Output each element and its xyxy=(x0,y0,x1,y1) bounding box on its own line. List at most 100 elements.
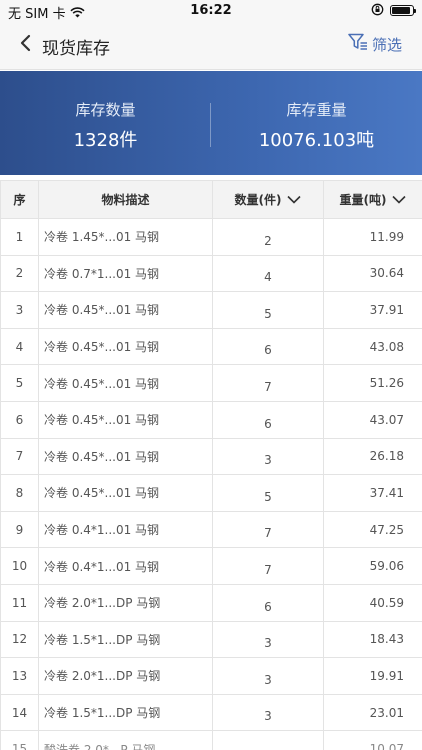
table-row[interactable]: 14 冷卷 1.5*1...DP 马钢 3 23.01 xyxy=(0,693,422,732)
row-description-cell: 冷卷 1.5*1...DP 马钢 xyxy=(38,693,213,732)
status-right xyxy=(371,3,416,16)
row-index-cell: 8 xyxy=(0,474,39,512)
row-quantity-cell: 3 xyxy=(212,620,324,659)
row-index-cell: 3 xyxy=(0,291,39,329)
row-quantity-cell: 6 xyxy=(212,327,324,366)
row-weight-cell: 26.18 xyxy=(323,437,422,476)
filter-button[interactable]: 筛选 xyxy=(348,33,402,55)
row-index-cell: 13 xyxy=(0,657,39,695)
row-quantity-cell: 2 xyxy=(212,218,324,256)
table-row[interactable]: 2 冷卷 0.7*1...01 马钢 4 30.64 xyxy=(0,254,422,293)
row-quantity-cell: 4 xyxy=(212,254,324,293)
row-weight-cell: 37.41 xyxy=(323,474,422,512)
row-index-cell: 4 xyxy=(0,327,39,366)
row-weight-cell: 43.07 xyxy=(323,400,422,439)
row-description-cell: 冷卷 0.45*...01 马钢 xyxy=(38,437,213,476)
filter-icon xyxy=(348,33,368,55)
row-quantity-cell: 6 xyxy=(212,400,324,439)
row-index-cell: 7 xyxy=(0,437,39,476)
table-row[interactable]: 8 冷卷 0.45*...01 马钢 5 37.41 xyxy=(0,474,422,512)
row-quantity-cell: 7 xyxy=(212,510,324,549)
row-quantity-cell: 3 xyxy=(212,693,324,732)
table-row[interactable]: 3 冷卷 0.45*...01 马钢 5 37.91 xyxy=(0,291,422,329)
row-index-cell: 9 xyxy=(0,510,39,549)
row-description-cell: 冷卷 0.4*1...01 马钢 xyxy=(38,547,213,585)
row-index-cell: 12 xyxy=(0,620,39,659)
row-quantity-cell: 3 xyxy=(212,657,324,695)
row-weight-cell: 10.07 xyxy=(323,730,422,750)
inventory-table: 序 物料描述 数量(件) 重量(吨) 1 冷卷 1.45*...01 马钢 2 … xyxy=(0,180,422,750)
row-weight-cell: 19.91 xyxy=(323,657,422,695)
row-quantity-cell: 7 xyxy=(212,547,324,585)
status-time: 16:22 xyxy=(190,3,232,18)
row-weight-cell: 51.26 xyxy=(323,364,422,402)
summary-weight-value: 10076.103吨 xyxy=(258,130,375,151)
row-quantity-cell xyxy=(212,730,324,750)
row-weight-cell: 18.43 xyxy=(323,620,422,659)
row-description-cell: 冷卷 1.45*...01 马钢 xyxy=(38,218,213,256)
row-quantity-cell: 3 xyxy=(212,437,324,476)
table-row[interactable]: 6 冷卷 0.45*...01 马钢 6 43.07 xyxy=(0,400,422,439)
table-row[interactable]: 11 冷卷 2.0*1...DP 马钢 6 40.59 xyxy=(0,583,422,622)
table-row[interactable]: 9 冷卷 0.4*1...01 马钢 7 47.25 xyxy=(0,510,422,549)
chevron-down-icon xyxy=(392,195,407,204)
header-weight-sort[interactable]: 重量(吨) xyxy=(323,180,422,219)
table-row[interactable]: 10 冷卷 0.4*1...01 马钢 7 59.06 xyxy=(0,547,422,585)
filter-label: 筛选 xyxy=(371,35,402,54)
row-quantity-cell: 5 xyxy=(212,291,324,329)
summary-weight: 库存重量 10076.103吨 xyxy=(211,99,422,152)
row-description-cell: 冷卷 0.45*...01 马钢 xyxy=(38,364,213,402)
row-description-cell: 冷卷 0.45*...01 马钢 xyxy=(38,327,213,366)
battery-icon xyxy=(390,4,416,16)
table-row[interactable]: 7 冷卷 0.45*...01 马钢 3 26.18 xyxy=(0,437,422,476)
row-quantity-cell: 5 xyxy=(212,474,324,512)
table-row[interactable]: 5 冷卷 0.45*...01 马钢 7 51.26 xyxy=(0,364,422,402)
summary-quantity-value: 1328件 xyxy=(73,130,138,151)
row-description-cell: 冷卷 2.0*1...DP 马钢 xyxy=(38,583,213,622)
row-quantity-cell: 6 xyxy=(212,583,324,622)
summary-quantity-label: 库存数量 xyxy=(75,101,136,119)
row-index-cell: 2 xyxy=(0,254,39,293)
row-weight-cell: 23.01 xyxy=(323,693,422,732)
chevron-left-icon xyxy=(19,34,31,56)
row-weight-cell: 43.08 xyxy=(323,327,422,366)
table-row[interactable]: 13 冷卷 2.0*1...DP 马钢 3 19.91 xyxy=(0,657,422,695)
header-quantity-label: 数量(件) xyxy=(234,193,282,207)
row-weight-cell: 37.91 xyxy=(323,291,422,329)
row-description-cell: 冷卷 0.45*...01 马钢 xyxy=(38,474,213,512)
row-description-cell: 酸洗卷 2.0*...P 马钢 xyxy=(38,730,213,750)
row-weight-cell: 40.59 xyxy=(323,583,422,622)
inventory-table-container[interactable]: 序 物料描述 数量(件) 重量(吨) 1 冷卷 1.45*...01 马钢 2 … xyxy=(0,180,422,750)
status-bar: 无 SIM 卡 16:22 xyxy=(0,0,422,22)
row-description-cell: 冷卷 2.0*1...DP 马钢 xyxy=(38,657,213,695)
row-weight-cell: 30.64 xyxy=(323,254,422,293)
header-quantity-sort[interactable]: 数量(件) xyxy=(212,180,324,219)
row-index-cell: 11 xyxy=(0,583,39,622)
rotation-lock-icon xyxy=(371,3,384,16)
row-index-cell: 1 xyxy=(0,218,39,256)
summary-banner: 库存数量 1328件 库存重量 10076.103吨 xyxy=(0,71,422,175)
table-row[interactable]: 12 冷卷 1.5*1...DP 马钢 3 18.43 xyxy=(0,620,422,659)
table-row[interactable]: 4 冷卷 0.45*...01 马钢 6 43.08 xyxy=(0,327,422,366)
summary-quantity: 库存数量 1328件 xyxy=(0,99,211,152)
row-index-cell: 14 xyxy=(0,693,39,732)
chevron-down-icon xyxy=(287,195,302,204)
table-row[interactable]: 1 冷卷 1.45*...01 马钢 2 11.99 xyxy=(0,218,422,256)
row-index-cell: 15 xyxy=(0,730,39,750)
row-weight-cell: 47.25 xyxy=(323,510,422,549)
header-description: 物料描述 xyxy=(38,180,213,219)
summary-weight-label: 库存重量 xyxy=(286,101,347,119)
header-index: 序 xyxy=(0,180,39,219)
row-description-cell: 冷卷 0.4*1...01 马钢 xyxy=(38,510,213,549)
page-title: 现货库存 xyxy=(42,39,110,59)
row-description-cell: 冷卷 1.5*1...DP 马钢 xyxy=(38,620,213,659)
row-description-cell: 冷卷 0.45*...01 马钢 xyxy=(38,400,213,439)
row-index-cell: 5 xyxy=(0,364,39,402)
table-row[interactable]: 15 酸洗卷 2.0*...P 马钢 10.07 xyxy=(0,730,422,750)
row-weight-cell: 59.06 xyxy=(323,547,422,585)
table-header-row: 序 物料描述 数量(件) 重量(吨) xyxy=(0,180,422,219)
row-description-cell: 冷卷 0.7*1...01 马钢 xyxy=(38,254,213,293)
battery-fill xyxy=(392,6,410,14)
back-button[interactable] xyxy=(14,33,36,57)
nav-bar: 现货库存 筛选 xyxy=(0,22,422,70)
